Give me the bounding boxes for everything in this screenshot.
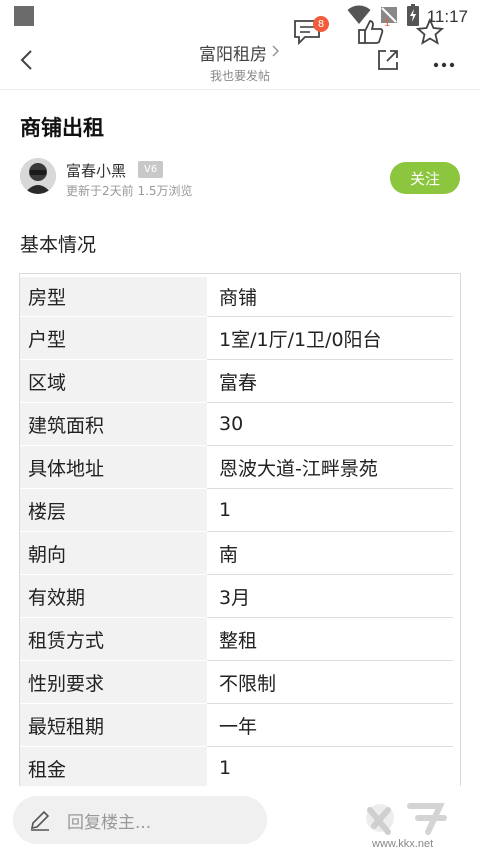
detail-key: 区域 [20, 360, 207, 403]
table-row: 最短租期 一年 [20, 704, 460, 747]
detail-value: 不限制 [207, 661, 453, 704]
detail-key: 房型 [20, 277, 207, 317]
top-nav-bar: 富阳租房 我也要发帖 [0, 34, 480, 90]
detail-key: 具体地址 [20, 446, 207, 489]
detail-key: 朝向 [20, 532, 207, 575]
table-row: 区域 富春 [20, 360, 460, 403]
detail-key: 有效期 [20, 575, 207, 618]
post-title: 商铺出租 [20, 116, 104, 140]
detail-value: 1室/1厅/1卫/0阳台 [207, 317, 453, 360]
table-row: 具体地址 恩波大道-江畔景苑 [20, 446, 460, 489]
detail-key: 性别要求 [20, 661, 207, 704]
reply-placeholder: 回复楼主... [67, 812, 152, 833]
back-button[interactable] [12, 48, 40, 76]
like-count: 1 [384, 18, 391, 29]
table-row: 建筑面积 30 [20, 403, 460, 446]
author-row: 富春小黑 V6 更新于2天前 1.5万浏览 关注 [20, 158, 460, 202]
table-row: 性别要求 不限制 [20, 661, 460, 704]
details-table: 房型 商铺 户型 1室/1厅/1卫/0阳台 区域 富春 建筑面积 30 具体地址… [19, 273, 461, 793]
table-row: 朝向 南 [20, 532, 460, 575]
detail-value: 30 [207, 403, 453, 446]
favorite-button[interactable] [414, 17, 446, 50]
comment-count-badge: 8 [313, 16, 329, 32]
author-name[interactable]: 富春小黑 [66, 160, 126, 181]
table-row: 户型 1室/1厅/1卫/0阳台 [20, 317, 460, 360]
author-avatar[interactable] [20, 158, 56, 194]
detail-key: 租赁方式 [20, 618, 207, 661]
back-arrow-icon [19, 49, 33, 75]
table-row: 租赁方式 整租 [20, 618, 460, 661]
forum-title-row[interactable]: 富阳租房 [199, 40, 281, 65]
share-icon [376, 48, 400, 76]
detail-value: 3月 [207, 575, 453, 618]
pen-icon [27, 807, 53, 833]
table-row: 楼层 1 [20, 489, 460, 532]
post-meta: 更新于2天前 1.5万浏览 [66, 184, 193, 198]
detail-key: 户型 [20, 317, 207, 360]
more-button[interactable] [430, 48, 458, 76]
status-bar: 11:17 [0, 0, 480, 34]
detail-value: 商铺 [207, 277, 453, 317]
detail-key: 楼层 [20, 489, 207, 532]
table-row: 房型 商铺 [20, 274, 460, 317]
app-notification-icon [14, 6, 34, 26]
watermark-text: www.kkx.net [372, 838, 434, 850]
table-row: 有效期 3月 [20, 575, 460, 618]
detail-key: 租金 [20, 747, 207, 790]
detail-value: 富春 [207, 360, 453, 403]
thumbs-up-icon [357, 18, 385, 50]
follow-button[interactable]: 关注 [390, 162, 460, 194]
like-button[interactable] [355, 18, 387, 50]
forum-title: 富阳租房 [199, 45, 267, 65]
detail-value: 南 [207, 532, 453, 575]
section-heading: 基本情况 [20, 234, 97, 256]
detail-value: 1 [207, 489, 453, 532]
star-icon [415, 17, 445, 50]
share-button[interactable] [374, 48, 402, 76]
level-badge: V6 [138, 161, 164, 178]
detail-value: 一年 [207, 704, 453, 747]
reply-input[interactable]: 回复楼主... [13, 796, 267, 844]
detail-key: 最短租期 [20, 704, 207, 747]
more-icon [433, 53, 455, 72]
detail-value: 恩波大道-江畔景苑 [207, 446, 453, 489]
detail-value: 整租 [207, 618, 453, 661]
forum-header[interactable]: 富阳租房 我也要发帖 [120, 40, 360, 84]
detail-value: 1 [207, 747, 453, 790]
detail-key: 建筑面积 [20, 403, 207, 446]
forum-subtitle[interactable]: 我也要发帖 [120, 67, 360, 84]
chevron-right-icon [271, 43, 281, 63]
table-row: 租金 1 [20, 747, 460, 790]
